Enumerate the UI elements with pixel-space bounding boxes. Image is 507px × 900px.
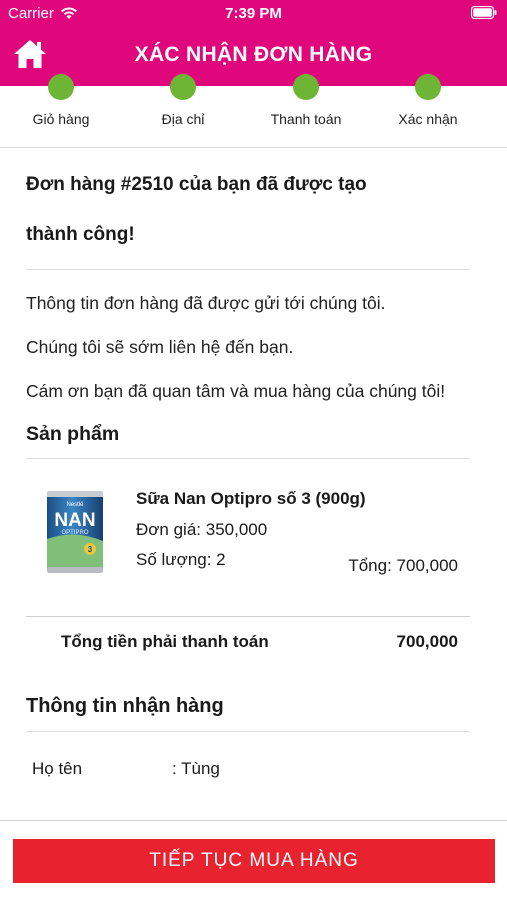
recipient-name-row: Họ tên : Tùng <box>26 732 470 778</box>
status-bar: Carrier 7:39 PM <box>0 0 507 28</box>
order-total-label: Tổng tiền phải thanh toán <box>61 632 269 651</box>
recipient-name-label: Họ tên <box>32 759 83 778</box>
step-dot <box>293 74 319 100</box>
step-dot <box>415 74 441 100</box>
product-image: Nestlé NAN OPTIPRO 3 <box>47 491 103 573</box>
svg-text:NAN: NAN <box>54 510 95 531</box>
product-subtotal: Tổng: 700,000 <box>348 556 458 575</box>
product-row: Nestlé NAN OPTIPRO 3 Sữa Nan Optipro số … <box>26 459 470 617</box>
thank-you-message: Cám ơn bạn đã quan tâm và mua hàng của c… <box>26 381 446 401</box>
step-payment: Thanh toán <box>251 74 361 127</box>
order-success-headline: Đơn hàng #2510 của bạn đã được tạo thành… <box>26 160 470 270</box>
battery-icon <box>471 6 497 19</box>
svg-text:OPTIPRO: OPTIPRO <box>61 530 88 536</box>
headline-line-2: thành công! <box>26 224 135 245</box>
step-label: Xác nhận <box>398 111 458 127</box>
order-confirmation-content: Đơn hàng #2510 của bạn đã được tạo thành… <box>26 148 470 778</box>
step-label: Giỏ hàng <box>32 111 90 127</box>
order-total-value: 700,000 <box>396 632 458 651</box>
recipient-name-value: : Tùng <box>172 759 220 778</box>
step-dot <box>170 74 196 100</box>
order-sent-message: Thông tin đơn hàng đã được gửi tới chúng… <box>26 293 386 313</box>
svg-text:3: 3 <box>88 545 93 554</box>
step-label: Thanh toán <box>270 111 342 127</box>
continue-shopping-button[interactable]: TIẾP TỤC MUA HÀNG <box>13 839 495 883</box>
page-title: XÁC NHẬN ĐƠN HÀNG <box>134 43 373 66</box>
step-label: Địa chỉ <box>161 111 205 127</box>
products-section-title: Sản phẩm <box>26 423 470 459</box>
product-unit-price: Đơn giá: 350,000 <box>136 520 268 539</box>
clock: 7:39 PM <box>225 5 282 22</box>
headline-line-1: Đơn hàng #2510 của bạn đã được tạo <box>26 174 367 195</box>
step-dot <box>48 74 74 100</box>
product-name: Sữa Nan Optipro số 3 (900g) <box>136 489 366 508</box>
step-address: Địa chỉ <box>128 74 238 127</box>
step-confirm: Xác nhận <box>373 74 483 127</box>
order-total-row: Tổng tiền phải thanh toán 700,000 <box>26 617 470 667</box>
recipient-section-title: Thông tin nhận hàng <box>26 695 470 732</box>
step-cart: Giỏ hàng <box>6 74 116 127</box>
bottom-action-bar: TIẾP TỤC MUA HÀNG <box>0 820 507 900</box>
checkout-steps: Giỏ hàng Địa chỉ Thanh toán Xác nhận <box>0 74 507 148</box>
product-quantity: Số lượng: 2 <box>136 550 226 569</box>
contact-soon-message: Chúng tôi sẽ sớm liên hệ đến bạn. <box>26 337 294 357</box>
svg-text:Nestlé: Nestlé <box>66 502 84 508</box>
